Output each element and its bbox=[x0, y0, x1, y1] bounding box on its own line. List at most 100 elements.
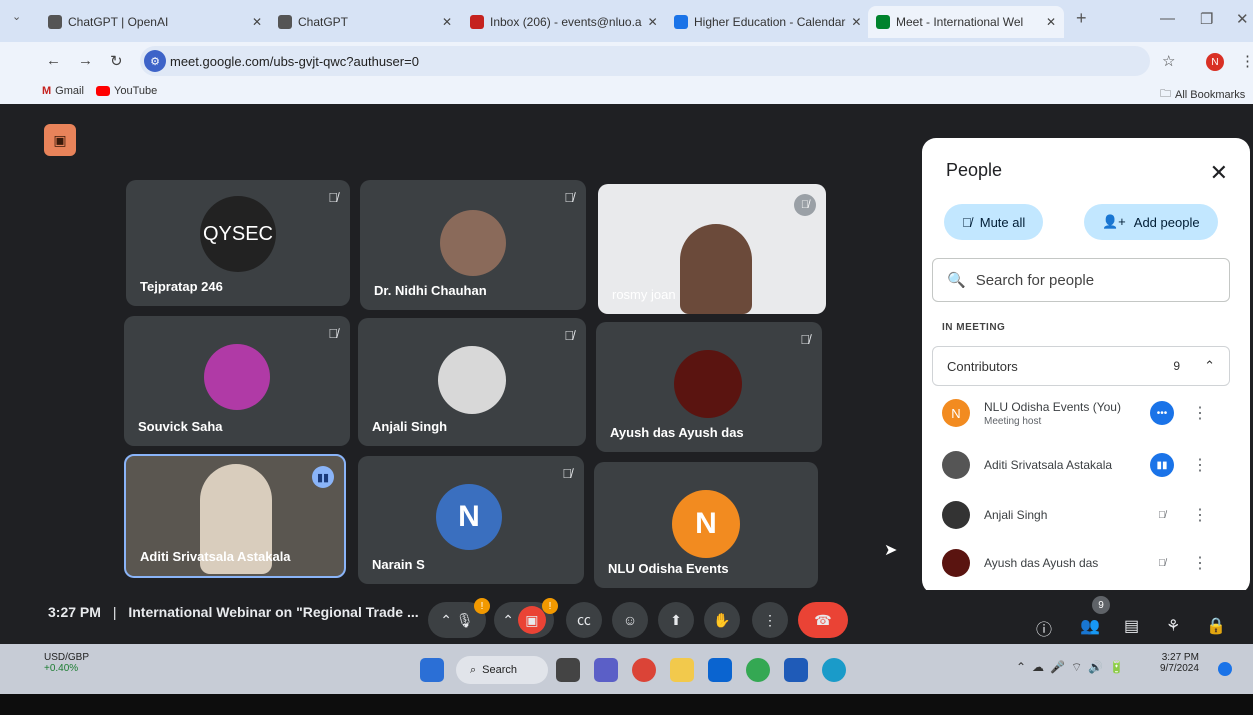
participant-name: Anjali Singh bbox=[984, 508, 1048, 522]
tab-chatgpt[interactable]: ChatGPT ✕ bbox=[270, 6, 460, 38]
start-icon[interactable] bbox=[420, 658, 444, 682]
back-icon[interactable]: ← bbox=[46, 52, 61, 69]
host-controls-icon[interactable]: 🔒 bbox=[1206, 616, 1226, 636]
mic-off-icon: 🎙̸ bbox=[328, 190, 338, 205]
participant-tile[interactable]: 🎙̸ Anjali Singh bbox=[358, 318, 586, 446]
all-bookmarks[interactable]: 🗀 All Bookmarks bbox=[1160, 85, 1245, 104]
participant-tile[interactable]: 🎙̸ Ayush das Ayush das bbox=[596, 322, 822, 452]
edge-icon[interactable] bbox=[822, 658, 846, 682]
chrome-icon[interactable] bbox=[746, 658, 770, 682]
participant-tile[interactable]: N 🎙̸ Narain S bbox=[358, 456, 584, 584]
bookmarks-bar: M Gmail YouTube 🗀 All Bookmarks bbox=[0, 80, 1253, 104]
participant-tile[interactable]: 🎙̸ Souvick Saha bbox=[124, 316, 350, 446]
hand-icon: ✋ bbox=[713, 611, 731, 628]
restore-icon[interactable]: ❐ bbox=[1200, 10, 1213, 28]
gmail-icon: M bbox=[42, 85, 52, 97]
activities-icon[interactable]: ⚘ bbox=[1166, 616, 1180, 636]
contributors-group[interactable]: Contributors 9 ⌃ bbox=[932, 346, 1230, 386]
more-options-badge-icon[interactable]: ••• bbox=[1150, 401, 1174, 425]
task-view-icon[interactable] bbox=[556, 658, 580, 682]
kebab-menu-icon[interactable]: ⋮ bbox=[1192, 505, 1208, 525]
present-button[interactable]: ⬆ bbox=[658, 602, 694, 638]
close-window-icon[interactable]: ✕ bbox=[1236, 10, 1249, 28]
close-tab-icon[interactable]: ✕ bbox=[1046, 15, 1056, 29]
contributors-count: 9 bbox=[1173, 359, 1181, 373]
forward-icon[interactable]: → bbox=[78, 52, 93, 69]
speaking-indicator-icon: ▮▮ bbox=[312, 466, 334, 488]
menu-icon[interactable]: ⋮ bbox=[1240, 52, 1253, 70]
notification-icon[interactable] bbox=[1218, 662, 1232, 676]
chrome-icon[interactable] bbox=[632, 658, 656, 682]
participant-tile[interactable]: N NLU Odisha Events bbox=[594, 462, 818, 588]
mic-off-icon: 🎙̸ bbox=[328, 326, 338, 341]
participant-tile-active-speaker[interactable]: ▮▮ Aditi Srivatsala Astakala bbox=[124, 454, 346, 578]
close-tab-icon[interactable]: ✕ bbox=[648, 15, 658, 29]
avatar bbox=[942, 501, 970, 529]
add-people-button[interactable]: 👤+ Add people bbox=[1084, 204, 1218, 240]
chevron-up-icon[interactable]: ⌃ bbox=[1204, 358, 1215, 374]
add-person-icon: 👤+ bbox=[1102, 214, 1126, 229]
tab-inbox[interactable]: Inbox (206) - events@nluo.a ✕ bbox=[462, 6, 662, 38]
avatar: QYSEC bbox=[200, 196, 276, 272]
minimize-icon[interactable]: — bbox=[1160, 10, 1175, 27]
new-tab-button[interactable]: + bbox=[1076, 8, 1087, 29]
tab-chatgpt-openai[interactable]: ChatGPT | OpenAI ✕ bbox=[40, 6, 270, 38]
mute-all-button[interactable]: 🎙̸ Mute all bbox=[944, 204, 1044, 240]
list-item[interactable]: Anjali Singh 🎙̸ ⋮ bbox=[942, 492, 1232, 538]
people-icon[interactable]: 👥 bbox=[1080, 616, 1100, 636]
more-options-button[interactable]: ⋮ bbox=[752, 602, 788, 638]
participant-tile[interactable]: 🎙̸ rosmy joan bbox=[598, 184, 826, 314]
profile-avatar[interactable]: N bbox=[1206, 53, 1224, 71]
taskbar-search[interactable]: ⌕ Search bbox=[456, 656, 548, 684]
clock[interactable]: 3:27 PM 9/7/2024 bbox=[1160, 652, 1199, 674]
teams-icon[interactable] bbox=[594, 658, 618, 682]
system-tray[interactable]: ⌃☁🎤⌔🔊🔋 bbox=[1016, 660, 1130, 675]
bookmark-gmail[interactable]: M Gmail bbox=[42, 85, 84, 97]
close-tab-icon[interactable]: ✕ bbox=[252, 15, 262, 29]
url-field[interactable]: ⚙ meet.google.com/ubs-gvjt-qwc?authuser=… bbox=[140, 46, 1150, 76]
site-info-icon[interactable]: ⚙ bbox=[144, 50, 166, 72]
close-tab-icon[interactable]: ✕ bbox=[442, 15, 452, 29]
list-item[interactable]: N NLU Odisha Events (You) Meeting host •… bbox=[942, 390, 1232, 436]
close-tab-icon[interactable]: ✕ bbox=[851, 15, 861, 29]
warning-badge-icon: ! bbox=[542, 598, 558, 614]
tab-calendar[interactable]: Higher Education - Calendar ✕ bbox=[666, 6, 866, 38]
participant-tile[interactable]: QYSEC 🎙̸ Tejpratap 246 bbox=[126, 180, 350, 306]
participant-name: NLU Odisha Events bbox=[608, 561, 729, 576]
meeting-details-icon[interactable]: ⓘ bbox=[1036, 616, 1052, 640]
participant-name: Tejpratap 246 bbox=[140, 279, 223, 294]
raise-hand-button[interactable]: ✋ bbox=[704, 602, 740, 638]
participant-name: NLU Odisha Events (You) bbox=[984, 399, 1121, 414]
close-panel-icon[interactable]: ✕ bbox=[1210, 160, 1228, 186]
search-people-input[interactable]: 🔍 Search for people bbox=[932, 258, 1230, 302]
avatar bbox=[204, 344, 270, 410]
list-item[interactable]: Aditi Srivatsala Astakala ▮▮ ⋮ bbox=[942, 442, 1232, 488]
tab-search-icon[interactable]: ⌄ bbox=[12, 10, 21, 23]
ticker-widget[interactable]: USD/GBP +0.40% bbox=[44, 652, 89, 674]
tab-meet[interactable]: Meet - International Wel ✕ bbox=[868, 6, 1064, 38]
participant-tile[interactable]: 🎙̸ Dr. Nidhi Chauhan bbox=[360, 180, 586, 310]
people-panel: People ✕ 🎙̸ Mute all 👤+ Add people 🔍 Sea… bbox=[922, 138, 1250, 594]
chatgpt-icon bbox=[278, 15, 292, 29]
participant-name: rosmy joan bbox=[612, 287, 676, 302]
kebab-menu-icon[interactable]: ⋮ bbox=[1192, 455, 1208, 475]
participant-name: Ayush das Ayush das bbox=[984, 556, 1099, 570]
leave-call-button[interactable]: ☎ bbox=[798, 602, 848, 638]
captions-icon: ㏄ bbox=[577, 612, 591, 628]
emoji-button[interactable]: ☺ bbox=[612, 602, 648, 638]
chat-icon[interactable]: ▤ bbox=[1124, 616, 1139, 636]
word-icon[interactable] bbox=[784, 658, 808, 682]
list-item[interactable]: Ayush das Ayush das 🎙̸ ⋮ bbox=[942, 540, 1232, 586]
mic-off-icon: 🎙̸ bbox=[962, 214, 972, 230]
kebab-menu-icon[interactable]: ⋮ bbox=[1192, 553, 1208, 573]
meeting-info: 3:27 PM | International Webinar on "Regi… bbox=[48, 604, 419, 620]
captions-button[interactable]: ㏄ bbox=[566, 602, 602, 638]
kebab-menu-icon[interactable]: ⋮ bbox=[1192, 403, 1208, 423]
mouse-cursor-icon: ➤ bbox=[884, 542, 898, 559]
file-explorer-icon[interactable] bbox=[670, 658, 694, 682]
bookmark-star-icon[interactable]: ☆ bbox=[1162, 52, 1175, 70]
store-icon[interactable] bbox=[708, 658, 732, 682]
calendar-icon bbox=[674, 15, 688, 29]
bookmark-youtube[interactable]: YouTube bbox=[96, 85, 157, 97]
reload-icon[interactable]: ↻ bbox=[110, 52, 123, 70]
